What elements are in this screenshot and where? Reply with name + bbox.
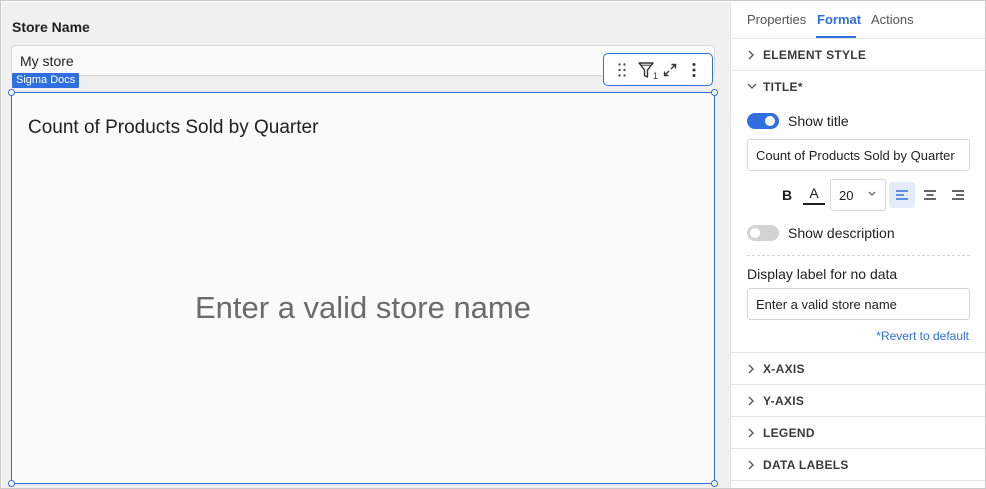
drag-handle-icon[interactable] — [611, 59, 633, 81]
divider — [747, 255, 970, 256]
filter-count-badge: 1 — [652, 70, 658, 81]
align-left-button[interactable] — [889, 182, 915, 208]
section-label: LEGEND — [763, 426, 815, 440]
control-label: Store Name — [12, 19, 90, 35]
section-element-style[interactable]: ELEMENT STYLE — [731, 39, 985, 71]
section-data-labels[interactable]: DATA LABELS — [731, 449, 985, 481]
toggle-knob — [750, 228, 760, 238]
align-center-button[interactable] — [917, 182, 943, 208]
section-title[interactable]: TITLE* — [731, 71, 985, 103]
chevron-right-icon — [748, 460, 754, 470]
revert-to-default-link[interactable]: *Revert to default — [876, 329, 969, 343]
resize-handle-top-right[interactable] — [711, 89, 718, 96]
chart-element[interactable]: Count of Products Sold by Quarter Enter … — [8, 89, 718, 487]
section-label: Y-AXIS — [763, 394, 805, 408]
tab-actions[interactable]: Actions — [871, 12, 914, 27]
chevron-right-icon — [748, 50, 754, 60]
resize-handle-bottom-left[interactable] — [8, 480, 15, 487]
more-options-icon — [692, 62, 696, 77]
align-right-button[interactable] — [945, 182, 971, 208]
filter-button[interactable]: 1 — [635, 59, 658, 81]
section-label: DATA LABELS — [763, 458, 849, 472]
expand-icon — [663, 63, 677, 76]
show-title-label: Show title — [788, 113, 849, 129]
app-frame: Store Name My store 1 Sigma Docs Count o… — [0, 0, 986, 489]
section-label: TITLE* — [763, 80, 803, 94]
color-swatch-bar — [803, 202, 825, 205]
source-tag: Sigma Docs — [12, 73, 80, 88]
panel-tabs: Properties Format Actions — [731, 2, 985, 39]
title-format-row: B A 20 — [731, 178, 985, 212]
resize-handle-bottom-right[interactable] — [711, 480, 718, 487]
section-y-axis[interactable]: Y-AXIS — [731, 385, 985, 417]
chevron-right-icon — [748, 396, 754, 406]
chevron-right-icon — [748, 364, 754, 374]
toggle-knob — [765, 116, 775, 126]
section-label: ELEMENT STYLE — [763, 48, 867, 62]
no-data-label: Display label for no data — [747, 266, 898, 282]
show-description-label: Show description — [788, 225, 895, 241]
font-size-value: 20 — [839, 188, 854, 203]
more-options-button[interactable] — [683, 59, 705, 81]
align-left-icon — [896, 190, 908, 200]
title-text-input[interactable]: Count of Products Sold by Quarter — [747, 139, 970, 171]
align-center-icon — [924, 190, 936, 200]
chart-title: Count of Products Sold by Quarter — [28, 117, 319, 138]
show-title-toggle[interactable] — [747, 113, 779, 129]
expand-button[interactable] — [659, 59, 681, 81]
tab-properties[interactable]: Properties — [747, 12, 806, 27]
chevron-right-icon — [748, 428, 754, 438]
align-right-icon — [952, 190, 964, 200]
chevron-down-icon — [747, 83, 757, 89]
text-color-button[interactable]: A — [801, 182, 827, 208]
show-description-toggle[interactable] — [747, 225, 779, 241]
section-label: X-AXIS — [763, 362, 805, 376]
bold-button[interactable]: B — [774, 182, 800, 208]
no-data-message: Enter a valid store name — [194, 290, 531, 325]
chevron-down-icon — [868, 191, 876, 196]
resize-handle-top-left[interactable] — [8, 89, 15, 96]
workbook-canvas: Store Name My store 1 Sigma Docs Count o… — [2, 2, 730, 488]
active-tab-indicator — [816, 36, 856, 38]
filter-icon — [638, 61, 654, 78]
text-color-icon: A — [809, 184, 819, 201]
editor-panel: Properties Format Actions ELEMENT STYLE … — [730, 2, 985, 488]
font-size-select[interactable]: 20 — [830, 179, 886, 211]
no-data-label-input[interactable]: Enter a valid store name — [747, 288, 970, 320]
tab-format[interactable]: Format — [817, 12, 861, 27]
section-legend[interactable]: LEGEND — [731, 417, 985, 449]
section-x-axis[interactable]: X-AXIS — [731, 353, 985, 385]
element-toolbar: 1 — [603, 53, 713, 86]
